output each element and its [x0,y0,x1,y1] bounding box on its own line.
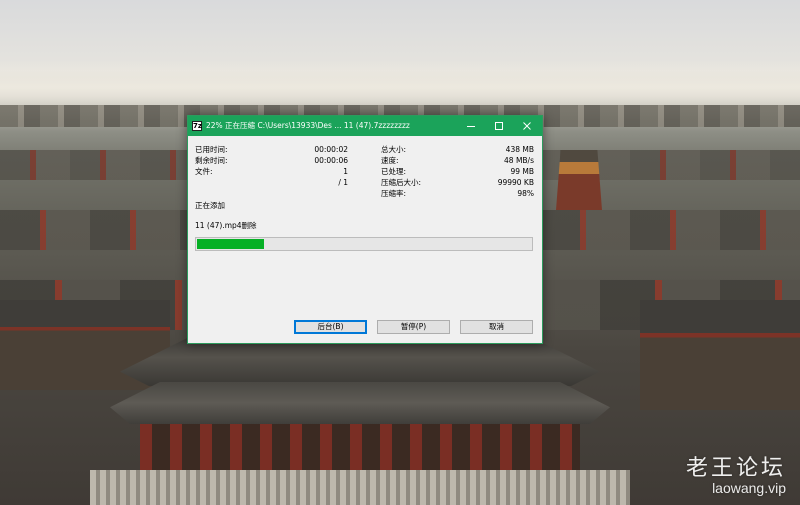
speed-label: 速度: [381,156,399,165]
compression-progress-window: 7z 22% 正在压缩 C:\Users\13933\Des ... 11 (4… [187,115,543,344]
minimize-icon [467,126,475,127]
cancel-button[interactable]: 取消 [460,320,533,334]
processed-label: 已处理: [381,167,407,176]
total-size-label: 总大小: [381,145,407,154]
files-value: 1 [343,167,348,176]
elapsed-time-value: 00:00:02 [314,145,348,154]
progress-bar-fill [197,239,264,249]
processed-value: 99 MB [510,167,534,176]
wallpaper-main-hall-roof-upper [120,338,600,386]
close-icon [523,122,531,130]
elapsed-time-label: 已用时间: [195,145,228,154]
close-button[interactable] [512,116,542,136]
maximize-button[interactable] [484,116,514,136]
current-file: 11 (47).mp4删除 [195,221,257,230]
wallpaper-tower [556,150,602,210]
maximize-icon [495,122,503,130]
operation-status: 正在添加 [195,201,225,210]
files-total-value: / 1 [338,178,348,187]
progress-bar [195,237,533,251]
compression-ratio-value: 98% [517,189,534,198]
compression-ratio-label: 压缩率: [381,189,407,198]
watermark-url: laowang.vip [712,480,786,496]
files-label: 文件: [195,167,213,176]
total-size-value: 438 MB [505,145,534,154]
remaining-time-value: 00:00:06 [314,156,348,165]
window-title: 22% 正在压缩 C:\Users\13933\Des ... 11 (47).… [206,121,410,130]
speed-value: 48 MB/s [504,156,534,165]
remaining-time-label: 剩余时间: [195,156,228,165]
background-button[interactable]: 后台(B) [294,320,367,334]
wallpaper-main-hall-wall [140,424,580,474]
wallpaper-side-hall-right [640,300,800,410]
minimize-button[interactable] [456,116,486,136]
title-bar[interactable]: 7z 22% 正在压缩 C:\Users\13933\Des ... 11 (4… [188,116,542,136]
app-icon: 7z [192,121,202,131]
compressed-size-label: 压缩后大小: [381,178,422,187]
watermark-title: 老王论坛 [685,456,786,481]
compressed-size-value: 99990 KB [497,178,534,187]
wallpaper-main-hall-roof-lower [110,382,610,424]
pause-button[interactable]: 暂停(P) [377,320,450,334]
wallpaper-terrace [90,470,630,505]
files-total-label [195,177,255,188]
